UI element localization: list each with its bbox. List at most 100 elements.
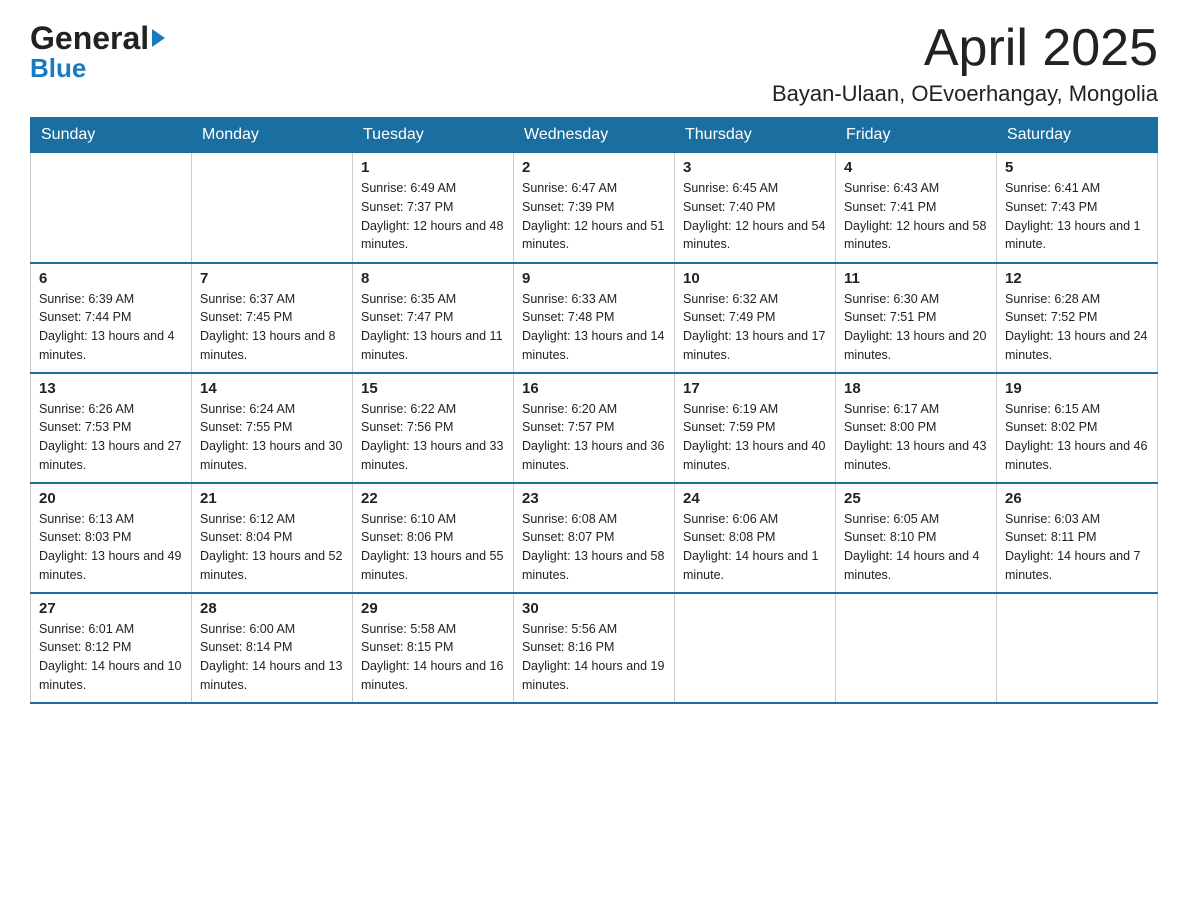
- logo-triangle-icon: [152, 29, 165, 47]
- day-sun-info: Sunrise: 5:56 AMSunset: 8:16 PMDaylight:…: [522, 620, 666, 695]
- calendar-day-12: 12 Sunrise: 6:28 AMSunset: 7:52 PMDayligh…: [997, 263, 1158, 373]
- day-sun-info: Sunrise: 6:41 AMSunset: 7:43 PMDaylight:…: [1005, 179, 1149, 254]
- day-sun-info: Sunrise: 6:20 AMSunset: 7:57 PMDaylight:…: [522, 400, 666, 475]
- day-sun-info: Sunrise: 6:30 AMSunset: 7:51 PMDaylight:…: [844, 290, 988, 365]
- day-number: 7: [200, 270, 344, 287]
- day-sun-info: Sunrise: 6:49 AMSunset: 7:37 PMDaylight:…: [361, 179, 505, 254]
- calendar-day-18: 18 Sunrise: 6:17 AMSunset: 8:00 PMDayligh…: [836, 373, 997, 483]
- calendar-day-28: 28 Sunrise: 6:00 AMSunset: 8:14 PMDayligh…: [192, 593, 353, 703]
- day-sun-info: Sunrise: 5:58 AMSunset: 8:15 PMDaylight:…: [361, 620, 505, 695]
- calendar-day-4: 4 Sunrise: 6:43 AMSunset: 7:41 PMDaylight…: [836, 153, 997, 263]
- weekday-header-wednesday: Wednesday: [514, 118, 675, 153]
- day-number: 10: [683, 270, 827, 287]
- day-number: 27: [39, 600, 183, 617]
- weekday-header-sunday: Sunday: [31, 118, 192, 153]
- calendar-week-row: 27 Sunrise: 6:01 AMSunset: 8:12 PMDayligh…: [31, 593, 1158, 703]
- calendar-week-row: 1Sunrise: 6:49 AMSunset: 7:37 PMDaylight…: [31, 153, 1158, 263]
- calendar-day-6: 6Sunrise: 6:39 AMSunset: 7:44 PMDaylight…: [31, 263, 192, 373]
- day-number: 2: [522, 159, 666, 176]
- day-sun-info: Sunrise: 6:05 AMSunset: 8:10 PMDaylight:…: [844, 510, 988, 585]
- calendar-empty-cell: [836, 593, 997, 703]
- calendar-day-3: 3Sunrise: 6:45 AMSunset: 7:40 PMDaylight…: [675, 153, 836, 263]
- day-sun-info: Sunrise: 6:26 AMSunset: 7:53 PMDaylight:…: [39, 400, 183, 475]
- day-number: 24: [683, 490, 827, 507]
- day-sun-info: Sunrise: 6:28 AMSunset: 7:52 PMDaylight:…: [1005, 290, 1149, 365]
- calendar-day-16: 16 Sunrise: 6:20 AMSunset: 7:57 PMDayligh…: [514, 373, 675, 483]
- calendar-day-10: 10 Sunrise: 6:32 AMSunset: 7:49 PMDayligh…: [675, 263, 836, 373]
- day-sun-info: Sunrise: 6:12 AMSunset: 8:04 PMDaylight:…: [200, 510, 344, 585]
- calendar-day-1: 1Sunrise: 6:49 AMSunset: 7:37 PMDaylight…: [353, 153, 514, 263]
- calendar-day-20: 20Sunrise: 6:13 AMSunset: 8:03 PMDayligh…: [31, 483, 192, 593]
- day-sun-info: Sunrise: 6:35 AMSunset: 7:47 PMDaylight:…: [361, 290, 505, 365]
- calendar-empty-cell: [997, 593, 1158, 703]
- calendar-week-row: 13 Sunrise: 6:26 AMSunset: 7:53 PMDayligh…: [31, 373, 1158, 483]
- calendar-day-8: 8 Sunrise: 6:35 AMSunset: 7:47 PMDaylight…: [353, 263, 514, 373]
- calendar-day-27: 27 Sunrise: 6:01 AMSunset: 8:12 PMDayligh…: [31, 593, 192, 703]
- day-number: 29: [361, 600, 505, 617]
- day-sun-info: Sunrise: 6:22 AMSunset: 7:56 PMDaylight:…: [361, 400, 505, 475]
- calendar-day-2: 2Sunrise: 6:47 AMSunset: 7:39 PMDaylight…: [514, 153, 675, 263]
- location-subtitle: Bayan-Ulaan, OEvoerhangay, Mongolia: [772, 81, 1158, 107]
- calendar-day-29: 29 Sunrise: 5:58 AMSunset: 8:15 PMDayligh…: [353, 593, 514, 703]
- weekday-header-thursday: Thursday: [675, 118, 836, 153]
- day-sun-info: Sunrise: 6:43 AMSunset: 7:41 PMDaylight:…: [844, 179, 988, 254]
- calendar-day-13: 13 Sunrise: 6:26 AMSunset: 7:53 PMDayligh…: [31, 373, 192, 483]
- day-sun-info: Sunrise: 6:00 AMSunset: 8:14 PMDaylight:…: [200, 620, 344, 695]
- month-year-title: April 2025: [772, 20, 1158, 77]
- logo-text-line: General: [30, 20, 165, 57]
- calendar-week-row: 6Sunrise: 6:39 AMSunset: 7:44 PMDaylight…: [31, 263, 1158, 373]
- day-number: 13: [39, 380, 183, 397]
- day-sun-info: Sunrise: 6:17 AMSunset: 8:00 PMDaylight:…: [844, 400, 988, 475]
- day-sun-info: Sunrise: 6:01 AMSunset: 8:12 PMDaylight:…: [39, 620, 183, 695]
- day-sun-info: Sunrise: 6:24 AMSunset: 7:55 PMDaylight:…: [200, 400, 344, 475]
- weekday-header-friday: Friday: [836, 118, 997, 153]
- day-number: 30: [522, 600, 666, 617]
- day-number: 4: [844, 159, 988, 176]
- calendar-empty-cell: [31, 153, 192, 263]
- calendar-empty-cell: [192, 153, 353, 263]
- day-number: 5: [1005, 159, 1149, 176]
- day-number: 9: [522, 270, 666, 287]
- calendar-day-19: 19 Sunrise: 6:15 AMSunset: 8:02 PMDayligh…: [997, 373, 1158, 483]
- day-sun-info: Sunrise: 6:37 AMSunset: 7:45 PMDaylight:…: [200, 290, 344, 365]
- day-number: 14: [200, 380, 344, 397]
- day-number: 18: [844, 380, 988, 397]
- logo-general: General: [30, 20, 149, 57]
- page-header: General Blue April 2025 Bayan-Ulaan, OEv…: [30, 20, 1158, 107]
- calendar-day-25: 25 Sunrise: 6:05 AMSunset: 8:10 PMDayligh…: [836, 483, 997, 593]
- calendar-day-14: 14 Sunrise: 6:24 AMSunset: 7:55 PMDayligh…: [192, 373, 353, 483]
- day-sun-info: Sunrise: 6:06 AMSunset: 8:08 PMDaylight:…: [683, 510, 827, 585]
- logo: General Blue: [30, 20, 165, 84]
- day-number: 28: [200, 600, 344, 617]
- day-number: 19: [1005, 380, 1149, 397]
- title-block: April 2025 Bayan-Ulaan, OEvoerhangay, Mo…: [772, 20, 1158, 107]
- calendar-day-23: 23 Sunrise: 6:08 AMSunset: 8:07 PMDayligh…: [514, 483, 675, 593]
- calendar-day-5: 5 Sunrise: 6:41 AMSunset: 7:43 PMDaylight…: [997, 153, 1158, 263]
- calendar-day-11: 11 Sunrise: 6:30 AMSunset: 7:51 PMDayligh…: [836, 263, 997, 373]
- calendar-day-17: 17Sunrise: 6:19 AMSunset: 7:59 PMDayligh…: [675, 373, 836, 483]
- day-number: 15: [361, 380, 505, 397]
- calendar-empty-cell: [675, 593, 836, 703]
- day-number: 23: [522, 490, 666, 507]
- day-number: 11: [844, 270, 988, 287]
- day-number: 21: [200, 490, 344, 507]
- calendar-header-row: SundayMondayTuesdayWednesdayThursdayFrid…: [31, 118, 1158, 153]
- day-number: 8: [361, 270, 505, 287]
- day-number: 20: [39, 490, 183, 507]
- day-sun-info: Sunrise: 6:33 AMSunset: 7:48 PMDaylight:…: [522, 290, 666, 365]
- day-sun-info: Sunrise: 6:03 AMSunset: 8:11 PMDaylight:…: [1005, 510, 1149, 585]
- day-sun-info: Sunrise: 6:19 AMSunset: 7:59 PMDaylight:…: [683, 400, 827, 475]
- day-number: 12: [1005, 270, 1149, 287]
- day-number: 25: [844, 490, 988, 507]
- day-sun-info: Sunrise: 6:15 AMSunset: 8:02 PMDaylight:…: [1005, 400, 1149, 475]
- day-sun-info: Sunrise: 6:32 AMSunset: 7:49 PMDaylight:…: [683, 290, 827, 365]
- day-sun-info: Sunrise: 6:08 AMSunset: 8:07 PMDaylight:…: [522, 510, 666, 585]
- day-number: 16: [522, 380, 666, 397]
- calendar-table: SundayMondayTuesdayWednesdayThursdayFrid…: [30, 117, 1158, 704]
- weekday-header-tuesday: Tuesday: [353, 118, 514, 153]
- calendar-week-row: 20Sunrise: 6:13 AMSunset: 8:03 PMDayligh…: [31, 483, 1158, 593]
- day-number: 26: [1005, 490, 1149, 507]
- calendar-day-7: 7 Sunrise: 6:37 AMSunset: 7:45 PMDaylight…: [192, 263, 353, 373]
- day-sun-info: Sunrise: 6:45 AMSunset: 7:40 PMDaylight:…: [683, 179, 827, 254]
- day-sun-info: Sunrise: 6:39 AMSunset: 7:44 PMDaylight:…: [39, 290, 183, 365]
